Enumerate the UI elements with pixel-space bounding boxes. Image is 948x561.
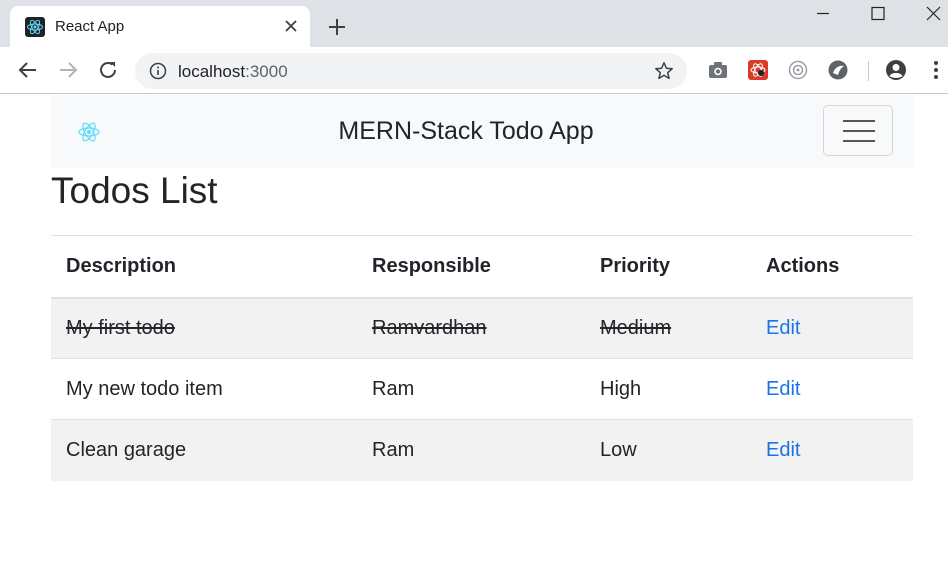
edit-link[interactable]: Edit — [766, 439, 800, 461]
table-row: Clean garage Ram Low Edit — [51, 419, 913, 481]
new-tab-plus-icon[interactable] — [325, 15, 349, 39]
hamburger-icon-bar — [843, 130, 875, 132]
hamburger-icon-bar — [843, 140, 875, 142]
window-close-icon[interactable] — [918, 0, 948, 30]
tab-close-icon[interactable] — [280, 15, 302, 37]
todo-priority: High — [585, 358, 751, 420]
table-row: My new todo item Ram High Edit — [51, 358, 913, 420]
toolbar-separator — [868, 61, 869, 81]
extension-icon[interactable] — [787, 59, 809, 81]
todo-priority: Medium — [585, 297, 751, 359]
tab-strip: React App — [0, 0, 948, 47]
app-navbar: MERN-Stack Todo App — [51, 95, 913, 168]
reload-icon[interactable] — [96, 58, 120, 82]
maximize-icon[interactable] — [863, 0, 893, 30]
table-header-row: Description Responsible Priority Actions — [51, 235, 913, 299]
navbar-brand[interactable]: MERN-Stack Todo App — [51, 117, 881, 146]
column-header: Actions — [751, 235, 913, 299]
table-row: My first todo Ramvardhan Medium Edit — [51, 297, 913, 359]
todo-responsible: Ramvardhan — [357, 297, 585, 359]
todo-actions: Edit — [751, 297, 913, 359]
todo-description: Clean garage — [51, 419, 357, 481]
todo-description: My new todo item — [51, 358, 357, 420]
todo-priority: Low — [585, 419, 751, 481]
todos-table: Description Responsible Priority Actions… — [51, 235, 913, 481]
url-text: localhost:3000 — [178, 62, 288, 82]
todo-responsible: Ram — [357, 358, 585, 420]
todo-description: My first todo — [51, 297, 357, 359]
navbar-brand-label: MERN-Stack Todo App — [338, 117, 594, 145]
url-port: :3000 — [245, 62, 288, 81]
todo-actions: Edit — [751, 358, 913, 420]
browser-toolbar: localhost:3000 — [0, 47, 948, 94]
column-header: Responsible — [357, 235, 585, 299]
browser-tab[interactable]: React App — [10, 6, 310, 47]
todo-actions: Edit — [751, 419, 913, 481]
forward-arrow-icon[interactable] — [56, 58, 80, 82]
page-title: Todos List — [51, 170, 218, 211]
react-favicon-icon — [25, 17, 45, 37]
edit-link[interactable]: Edit — [766, 317, 800, 339]
minimize-icon[interactable] — [808, 0, 838, 30]
extension-icon[interactable] — [747, 59, 769, 81]
account-icon[interactable] — [885, 59, 907, 81]
edit-link[interactable]: Edit — [766, 378, 800, 400]
extension-icon[interactable] — [827, 59, 849, 81]
column-header: Priority — [585, 235, 751, 299]
back-arrow-icon[interactable] — [16, 58, 40, 82]
menu-dots-icon[interactable] — [925, 59, 947, 81]
address-bar[interactable]: localhost:3000 — [135, 53, 687, 89]
camera-icon[interactable] — [707, 59, 729, 81]
todo-responsible: Ram — [357, 419, 585, 481]
navbar-toggler-button[interactable] — [823, 105, 893, 156]
hamburger-icon-bar — [843, 120, 875, 122]
info-icon[interactable] — [149, 62, 167, 80]
tab-title: React App — [55, 18, 125, 35]
column-header: Description — [51, 235, 357, 299]
star-icon[interactable] — [653, 60, 675, 82]
url-host: localhost — [178, 62, 246, 81]
